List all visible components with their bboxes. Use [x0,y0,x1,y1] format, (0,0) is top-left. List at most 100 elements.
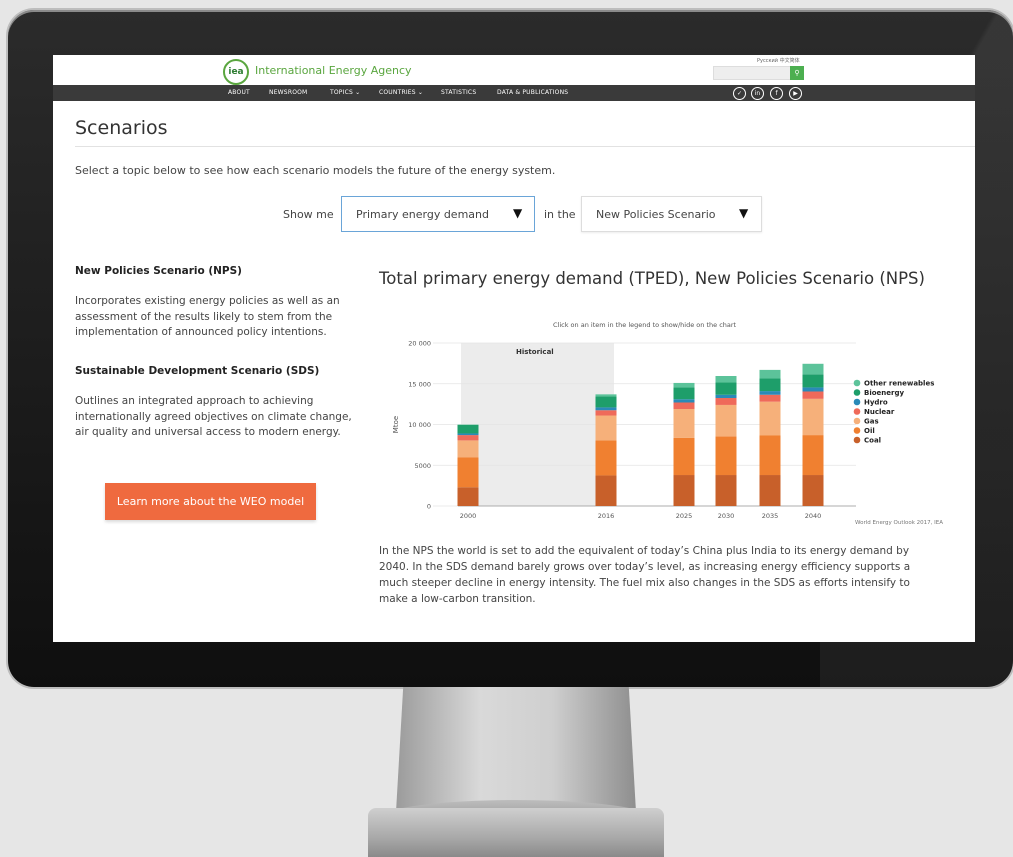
linkedin-icon[interactable]: in [751,87,764,100]
legend-item[interactable]: Other renewables [864,380,934,388]
bar-other-renewables-2016 [595,394,617,397]
learn-more-button[interactable]: Learn more about the WEO model [105,483,316,520]
scenario-dropdown[interactable]: New Policies Scenario ▼ [581,196,762,232]
iea-logo[interactable]: iea [223,59,249,85]
x-tick-label: 2025 [676,512,693,520]
legend-swatch [853,417,861,425]
twitter-icon[interactable]: ✓ [733,87,746,100]
bar-hydro-2016 [595,407,617,411]
youtube-icon[interactable]: ▶ [789,87,802,100]
legend-swatch [853,436,861,444]
y-tick-label: 0 [427,503,431,511]
legend-swatch [853,389,861,396]
legend-swatch [853,427,861,434]
bar-bioenergy-2025 [673,387,695,400]
screen: iea International Energy Agency Pусский … [53,55,975,642]
bar-gas-2025 [673,409,695,438]
agency-name[interactable]: International Energy Agency [255,64,412,77]
chart-source: World Energy Outlook 2017, IEA [855,520,944,526]
facebook-icon[interactable]: f [770,87,783,100]
page-title: Scenarios [75,117,168,139]
bar-nuclear-2016 [595,410,617,416]
nav-statistics[interactable]: STATISTICS [441,89,476,96]
chevron-down-icon: ▼ [739,206,749,220]
bar-hydro-2000 [457,433,479,436]
bar-oil-2000 [457,457,479,488]
legend-item[interactable]: Gas [864,418,879,426]
x-tick-label: 2030 [718,512,735,520]
in-the-label: in the [544,208,576,221]
bar-oil-2030 [715,436,737,476]
bar-nuclear-2040 [802,391,824,399]
bar-gas-2035 [759,401,781,436]
intro-text: Select a topic below to see how each sce… [75,164,556,177]
bar-bioenergy-2040 [802,374,824,388]
bar-other-renewables-2035 [759,369,781,379]
legend-item[interactable]: Oil [864,427,875,435]
chart-summary: In the NPS the world is set to add the e… [379,545,911,605]
y-tick-label: 10 000 [408,421,431,429]
search-input[interactable] [713,66,791,80]
y-axis-label: Mtoe [392,416,400,433]
bar-bioenergy-2030 [715,382,737,395]
site-header: iea International Energy Agency Pусский … [53,55,975,85]
nps-description: Incorporates existing energy policies as… [75,295,340,338]
search-icon[interactable]: ⚲ [790,66,804,80]
bar-hydro-2035 [759,391,781,395]
bar-bioenergy-2035 [759,378,781,392]
legend-item[interactable]: Coal [864,437,881,445]
bar-bioenergy-2016 [595,396,617,408]
language-links[interactable]: Pусский 中文简体 [757,57,800,64]
bar-nuclear-2025 [673,402,695,410]
legend-swatch [853,398,861,406]
nav-data-publications[interactable]: DATA & PUBLICATIONS [497,89,568,96]
bar-hydro-2030 [715,394,737,399]
nav-countries[interactable]: COUNTRIES ⌄ [379,89,423,96]
historical-label: Historical [516,348,554,356]
nav-topics[interactable]: TOPICS ⌄ [330,89,360,96]
y-tick-label: 5000 [414,462,431,470]
show-me-label: Show me [283,208,334,221]
bar-coal-2016 [595,475,617,506]
y-tick-label: 15 000 [408,380,431,388]
divider [75,146,975,147]
bar-hydro-2040 [802,387,824,392]
bar-other-renewables-2025 [673,382,695,388]
bar-oil-2040 [802,435,824,476]
bar-hydro-2025 [673,399,695,403]
legend-swatch [853,408,861,415]
bar-gas-2040 [802,398,824,436]
bar-oil-2035 [759,435,781,476]
x-tick-label: 2000 [460,512,477,520]
legend-item[interactable]: Nuclear [864,408,895,416]
bar-nuclear-2035 [759,394,781,402]
topic-dropdown-value: Primary energy demand [356,208,489,221]
x-tick-label: 2035 [762,512,779,520]
bar-bioenergy-2000 [457,424,479,434]
bar-coal-2000 [457,487,479,506]
bar-oil-2025 [673,437,695,476]
bar-coal-2040 [802,475,824,506]
scenario-dropdown-value: New Policies Scenario [596,208,716,221]
bar-other-renewables-2030 [715,376,737,383]
bar-gas-2016 [595,415,617,441]
legend-swatch [853,379,861,387]
bar-coal-2030 [715,475,737,506]
nav-newsroom[interactable]: NEWSROOM [269,89,307,96]
legend-item[interactable]: Bioenergy [864,389,904,397]
bar-gas-2000 [457,440,479,458]
bar-nuclear-2030 [715,398,737,405]
bar-coal-2035 [759,475,781,506]
tped-chart: Historical 0 5000 10 000 15 000 20 000 Mtoe 200… [392,340,934,521]
nps-heading: New Policies Scenario (NPS) [75,265,242,277]
nav-about[interactable]: ABOUT [228,89,250,96]
bar-oil-2016 [595,440,617,476]
topic-dropdown[interactable]: Primary energy demand ▼ [341,196,535,232]
x-tick-label: 2016 [598,512,615,520]
chevron-down-icon: ▼ [513,206,523,220]
bar-gas-2030 [715,404,737,437]
y-tick-label: 20 000 [408,340,431,348]
x-tick-label: 2040 [805,512,822,520]
chart-title: Total primary energy demand (TPED), New … [379,269,925,288]
legend-item[interactable]: Hydro [864,399,888,407]
